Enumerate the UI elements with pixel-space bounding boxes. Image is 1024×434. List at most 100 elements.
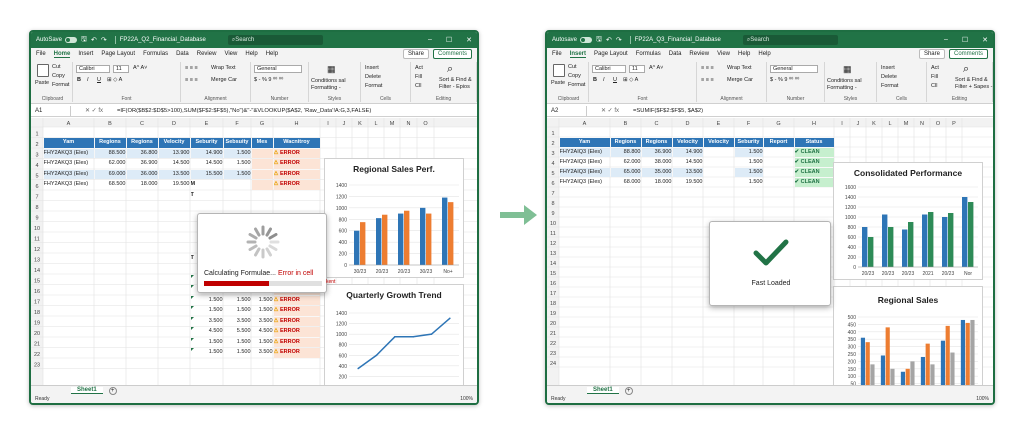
- table-cell[interactable]: [764, 178, 794, 187]
- table-cell[interactable]: FHY2AKQ3 (Eles): [44, 180, 94, 190]
- comments-button[interactable]: Comments: [948, 49, 988, 59]
- menu-insert[interactable]: Insert: [78, 51, 93, 57]
- table-cell[interactable]: 18.000: [127, 180, 158, 190]
- table-cell[interactable]: 36.900: [641, 147, 672, 157]
- maximize-icon[interactable]: ☐: [962, 36, 968, 44]
- menu-home[interactable]: Home: [53, 51, 71, 58]
- cut-button[interactable]: Cut: [568, 64, 577, 70]
- borders-icon[interactable]: ⊞ ◇ A: [623, 77, 638, 83]
- table-cell[interactable]: 1.500: [252, 296, 273, 306]
- menu-help[interactable]: Help: [738, 51, 750, 57]
- format-cells-button[interactable]: Format: [365, 83, 382, 89]
- table-cell[interactable]: 1.500: [191, 338, 223, 348]
- table-cell[interactable]: 14.900: [190, 148, 223, 158]
- table-cell[interactable]: 1.500: [223, 148, 251, 158]
- format-cells-button[interactable]: Format: [881, 83, 898, 89]
- table-header-cell[interactable]: Regions: [610, 137, 641, 147]
- table-cell[interactable]: 62.000: [95, 159, 126, 169]
- status-error-cell[interactable]: ⚠ ERROR: [273, 180, 320, 190]
- table-cell[interactable]: 88.800: [610, 147, 641, 157]
- fill-button[interactable]: Fill: [931, 74, 938, 80]
- status-clean-cell[interactable]: ✔ CLEAN: [794, 167, 834, 177]
- menu-file[interactable]: File: [36, 51, 46, 57]
- menu-file[interactable]: File: [552, 51, 562, 57]
- table-cell[interactable]: [764, 168, 794, 177]
- menu-data[interactable]: Data: [669, 51, 682, 57]
- table-cell[interactable]: 36.000: [126, 169, 158, 179]
- save-icon[interactable]: 🖫: [596, 35, 602, 46]
- name-box[interactable]: A1: [31, 105, 71, 116]
- share-button[interactable]: Share: [402, 49, 429, 59]
- table-cell[interactable]: 14.500: [191, 159, 223, 169]
- zoom-level[interactable]: 100%: [460, 396, 473, 402]
- add-sheet-icon[interactable]: +: [108, 386, 117, 395]
- underline-button[interactable]: U: [613, 77, 617, 83]
- fx-icon[interactable]: ✕ ✓ fx: [587, 107, 633, 114]
- italic-button[interactable]: I: [87, 77, 89, 83]
- autosum-button[interactable]: Act: [931, 65, 939, 71]
- merge-center-button[interactable]: Merge Car: [211, 77, 237, 83]
- menu-help[interactable]: Help: [758, 51, 770, 57]
- status-error-cell[interactable]: ⚠ ERROR: [273, 159, 320, 169]
- table-cell[interactable]: 19.500: [673, 178, 703, 187]
- status-error-cell[interactable]: ⚠ ERROR: [273, 337, 320, 347]
- table-header-cell[interactable]: Velocity: [703, 137, 734, 147]
- conditional-formatting-button[interactable]: Conditions sal: [827, 78, 862, 84]
- insert-cells-button[interactable]: Insert: [365, 65, 379, 71]
- table-cell[interactable]: 1.500: [734, 147, 763, 157]
- table-cell[interactable]: 5.500: [224, 327, 251, 337]
- menu-insert[interactable]: Insert: [569, 51, 587, 58]
- table-cell[interactable]: [251, 180, 273, 190]
- table-header-cell[interactable]: Regions: [126, 138, 158, 148]
- format-painter-button[interactable]: Format: [52, 82, 69, 88]
- table-cell[interactable]: FHY2AIQ3 (Eles): [560, 158, 610, 167]
- font-name-select[interactable]: Calibri: [76, 65, 110, 73]
- grow-font-icon[interactable]: A^ A˅: [133, 65, 147, 71]
- table-cell[interactable]: 88.500: [94, 148, 126, 158]
- table-cell[interactable]: 62.000: [611, 158, 641, 167]
- status-error-cell[interactable]: ⚠ ERROR: [273, 316, 320, 326]
- table-header-cell[interactable]: Regions: [641, 137, 672, 147]
- table-cell[interactable]: 1.500: [224, 348, 251, 358]
- copy-button[interactable]: Copy: [52, 73, 65, 79]
- table-cell[interactable]: 1.500: [735, 158, 763, 167]
- share-button[interactable]: Share: [918, 49, 945, 59]
- table-cell[interactable]: 4.500: [191, 327, 223, 337]
- format-as-table-button[interactable]: Formatting -: [827, 85, 857, 91]
- status-error-cell[interactable]: ⚠ ERROR: [273, 348, 320, 358]
- table-cell[interactable]: 68.500: [95, 180, 126, 190]
- table-cell[interactable]: 14.500: [159, 159, 190, 169]
- table-cell[interactable]: 15.500: [190, 169, 223, 179]
- close-icon[interactable]: ✕: [466, 36, 472, 44]
- table-cell[interactable]: 3.500: [252, 348, 273, 358]
- table-header-cell[interactable]: Yam: [559, 137, 610, 147]
- table-cell[interactable]: [251, 169, 273, 179]
- table-cell[interactable]: 14.900: [672, 147, 703, 157]
- menu-formulas[interactable]: Formulas: [143, 51, 168, 57]
- undo-icon[interactable]: ↶: [606, 36, 612, 44]
- chart-bar[interactable]: Regional Sales Perf. 0 200 400 600 800 1000 120…: [324, 158, 464, 278]
- table-cell[interactable]: 19.500: [159, 180, 190, 190]
- table-cell[interactable]: FHY2AKQ3 (Eles): [43, 169, 94, 179]
- fx-icon[interactable]: ✕ ✓ fx: [71, 107, 117, 114]
- autosave-toggle[interactable]: [65, 37, 78, 43]
- table-cell[interactable]: 18.000: [642, 178, 672, 187]
- sort-find-button[interactable]: Sort & Find &: [955, 77, 988, 83]
- conditional-formatting-button[interactable]: Conditions sal: [311, 78, 346, 84]
- table-header-cell[interactable]: Status: [794, 137, 834, 147]
- paste-icon[interactable]: [553, 64, 565, 77]
- add-sheet-icon[interactable]: +: [624, 386, 633, 395]
- table-cell[interactable]: FHY2AKQ3 (Eles): [43, 148, 94, 158]
- font-size-select[interactable]: 11: [113, 65, 129, 73]
- table-header-cell[interactable]: Yam: [43, 138, 94, 148]
- table-cell[interactable]: 1.500: [224, 338, 251, 348]
- number-format-buttons[interactable]: $ - % 9 ⁰⁰ ⁰⁰: [770, 77, 799, 83]
- table-cell[interactable]: 1.500: [224, 306, 251, 316]
- table-header-cell[interactable]: Seburity: [734, 137, 763, 147]
- status-error-cell[interactable]: ⚠ ERROR: [273, 148, 320, 158]
- wrap-text-button[interactable]: Wrap Text: [727, 65, 752, 71]
- table-cell[interactable]: 13.900: [158, 148, 190, 158]
- sheet-tab-sheet1[interactable]: Sheet1: [71, 387, 103, 394]
- table-cell[interactable]: 1.500: [252, 338, 273, 348]
- font-name-select[interactable]: Calibri: [592, 65, 626, 73]
